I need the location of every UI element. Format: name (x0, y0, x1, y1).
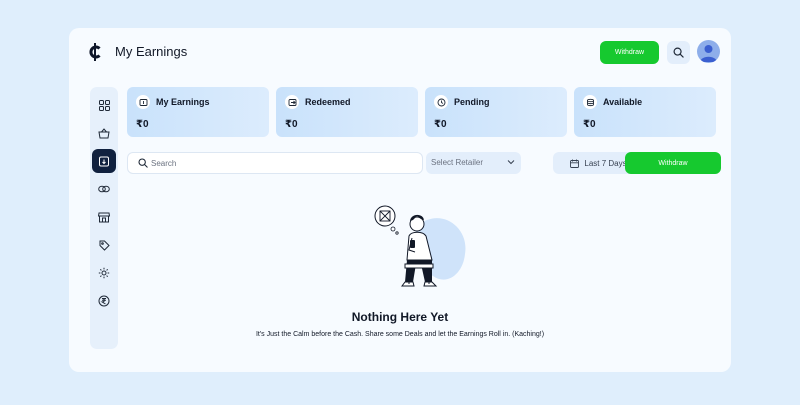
clock-icon (434, 95, 448, 109)
card-my-earnings: My Earnings ₹0 (127, 87, 269, 137)
avatar[interactable] (697, 40, 720, 63)
header-withdraw-button[interactable]: Withdraw (600, 41, 659, 64)
card-label: Available (603, 97, 643, 107)
chevron-down-icon (507, 160, 515, 165)
card-pending: Pending ₹0 (425, 87, 567, 137)
sidebar-item-earnings[interactable] (92, 149, 116, 173)
card-label: Pending (454, 97, 490, 107)
date-range-label: Last 7 Days (584, 158, 627, 168)
user-icon (700, 45, 717, 62)
sidebar-item-settings[interactable] (92, 261, 116, 285)
grid-icon (98, 99, 110, 111)
search-icon (138, 158, 148, 168)
coins-icon (583, 95, 597, 109)
basket-icon (98, 127, 110, 138)
card-value: ₹0 (136, 119, 149, 130)
earnings-icon (136, 95, 150, 109)
wallet-icon (99, 156, 109, 167)
link-icon (98, 185, 110, 193)
card-redeemed: Redeemed ₹0 (276, 87, 418, 137)
card-value: ₹0 (434, 119, 447, 130)
card-label: My Earnings (156, 97, 210, 107)
header-search-button[interactable] (667, 41, 690, 64)
empty-state-illustration (374, 205, 466, 287)
store-icon (98, 212, 110, 222)
page-title: My Earnings (115, 44, 188, 59)
card-value: ₹0 (285, 119, 298, 130)
sidebar-item-links[interactable] (92, 177, 116, 201)
empty-state-text: It's Just the Calm before the Cash. Shar… (255, 331, 545, 338)
retailer-select[interactable]: Select Retailer (426, 152, 521, 174)
empty-state-title: Nothing Here Yet (351, 310, 449, 324)
retailer-select-label: Select Retailer (431, 158, 484, 167)
calendar-icon (570, 159, 580, 168)
rupee-icon (98, 295, 110, 307)
search-input[interactable] (151, 156, 411, 171)
sidebar-item-stores[interactable] (92, 205, 116, 229)
search-icon (673, 47, 684, 58)
logo-icon (89, 43, 101, 61)
card-available: Available ₹0 (574, 87, 716, 137)
gear-icon (98, 267, 110, 279)
card-label: Redeemed (305, 97, 351, 107)
sidebar-item-deals[interactable] (92, 233, 116, 257)
sidebar-item-orders[interactable] (92, 121, 116, 145)
search-field[interactable] (127, 152, 423, 174)
tag-icon (99, 240, 110, 251)
redeem-icon (285, 95, 299, 109)
sidebar-item-dashboard[interactable] (92, 93, 116, 117)
card-value: ₹0 (583, 119, 596, 130)
withdraw-button[interactable]: Withdraw (625, 152, 721, 174)
